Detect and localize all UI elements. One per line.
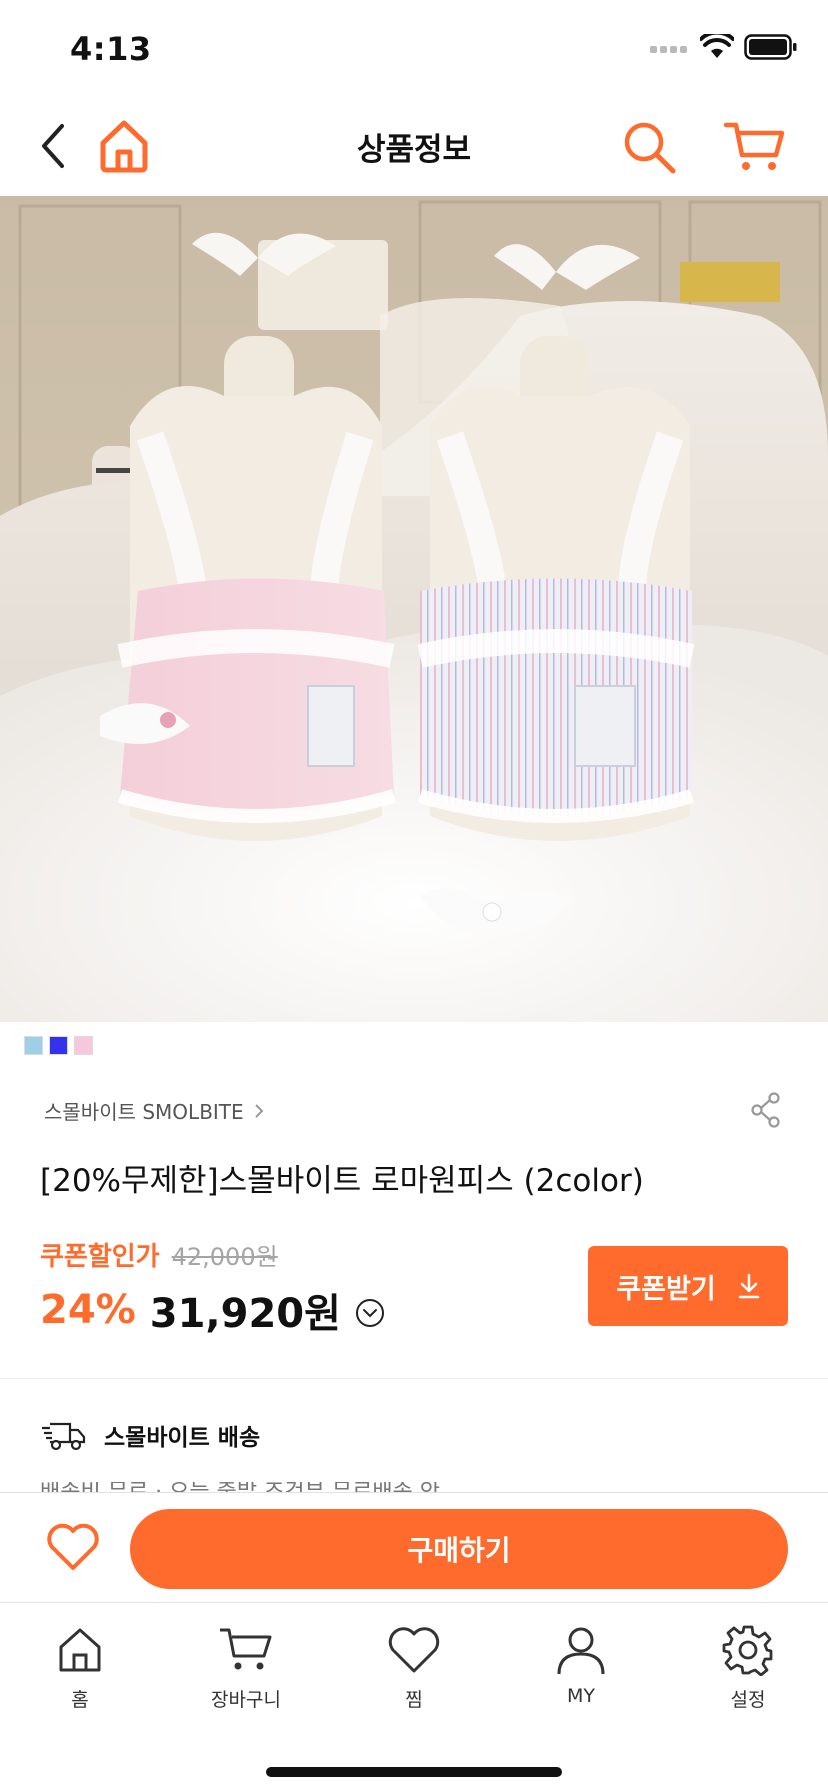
tab-settings[interactable]: 설정 bbox=[693, 1621, 803, 1721]
signal-icon bbox=[650, 40, 690, 59]
tab-my[interactable]: MY bbox=[526, 1621, 636, 1721]
chevron-right-icon bbox=[254, 1103, 264, 1118]
product-image-carousel[interactable] bbox=[0, 196, 828, 1022]
delivery-info-peek: 배송비 무료 · 오늘 출발 조건부 무료배송 안내 bbox=[40, 1482, 460, 1492]
gear-icon bbox=[722, 1625, 773, 1676]
section-divider bbox=[0, 1378, 828, 1379]
brand-link[interactable]: 스몰바이트 SMOLBITE bbox=[44, 1096, 264, 1125]
home-button[interactable] bbox=[96, 116, 152, 176]
color-swatches bbox=[24, 1036, 93, 1055]
wishlist-button[interactable] bbox=[44, 1521, 102, 1573]
search-button[interactable] bbox=[620, 118, 678, 176]
home-icon bbox=[100, 120, 148, 173]
product-photo bbox=[0, 196, 828, 1022]
brand-row: 스몰바이트 SMOLBITE bbox=[44, 1092, 784, 1130]
user-icon bbox=[557, 1627, 605, 1675]
tab-home[interactable]: 홈 bbox=[25, 1621, 135, 1721]
price-detail-button[interactable] bbox=[355, 1298, 385, 1328]
battery-icon bbox=[744, 34, 798, 64]
bottom-tab-bar: 홈 장바구니 찜 MY 설정 bbox=[0, 1602, 828, 1792]
download-icon bbox=[738, 1273, 759, 1299]
discount-rate: 24% bbox=[40, 1287, 136, 1333]
buy-button[interactable]: 구매하기 bbox=[130, 1509, 788, 1589]
wifi-icon bbox=[699, 30, 735, 64]
delivery-label: 스몰바이트 배송 bbox=[104, 1425, 261, 1451]
heart-icon bbox=[388, 1627, 440, 1673]
chevron-left-icon bbox=[42, 124, 64, 168]
cart-icon bbox=[220, 1628, 272, 1670]
cart-icon bbox=[724, 122, 785, 170]
back-button[interactable] bbox=[28, 118, 78, 174]
home-indicator bbox=[266, 1767, 562, 1777]
chevron-down-circle-icon bbox=[355, 1299, 384, 1327]
status-icons bbox=[650, 30, 798, 64]
color-swatch[interactable] bbox=[74, 1036, 93, 1055]
delivery-row: 스몰바이트 배송 bbox=[40, 1418, 260, 1452]
delivery-truck-icon bbox=[42, 1422, 86, 1451]
share-button[interactable] bbox=[748, 1090, 784, 1130]
top-navigation: 상품정보 bbox=[0, 96, 828, 196]
tab-wishlist[interactable]: 찜 bbox=[359, 1621, 469, 1721]
tab-cart[interactable]: 장바구니 bbox=[191, 1621, 301, 1721]
coupon-download-button[interactable]: 쿠폰받기 bbox=[588, 1246, 788, 1326]
price-block: 쿠폰할인가 42,000원 24% 31,920원 bbox=[40, 1236, 480, 1339]
heart-icon bbox=[47, 1523, 99, 1570]
sale-price: 31,920원 bbox=[149, 1291, 341, 1337]
coupon-button-label: 쿠폰받기 bbox=[616, 1273, 716, 1305]
color-swatch[interactable] bbox=[49, 1036, 68, 1055]
product-title: [20%무제한]스몰바이트 로마원피스 (2color) bbox=[40, 1163, 644, 1199]
status-bar: 4:13 bbox=[0, 0, 828, 96]
share-icon bbox=[751, 1092, 780, 1128]
search-icon bbox=[624, 122, 676, 174]
home-icon bbox=[59, 1628, 101, 1672]
purchase-bar: 구매하기 bbox=[0, 1492, 828, 1602]
status-time: 4:13 bbox=[70, 30, 152, 68]
original-price: 42,000원 bbox=[171, 1243, 278, 1271]
color-swatch[interactable] bbox=[24, 1036, 43, 1055]
brand-name: 스몰바이트 SMOLBITE bbox=[44, 1100, 244, 1124]
coupon-price-label: 쿠폰할인가 bbox=[40, 1242, 160, 1272]
cart-button[interactable] bbox=[722, 118, 788, 176]
